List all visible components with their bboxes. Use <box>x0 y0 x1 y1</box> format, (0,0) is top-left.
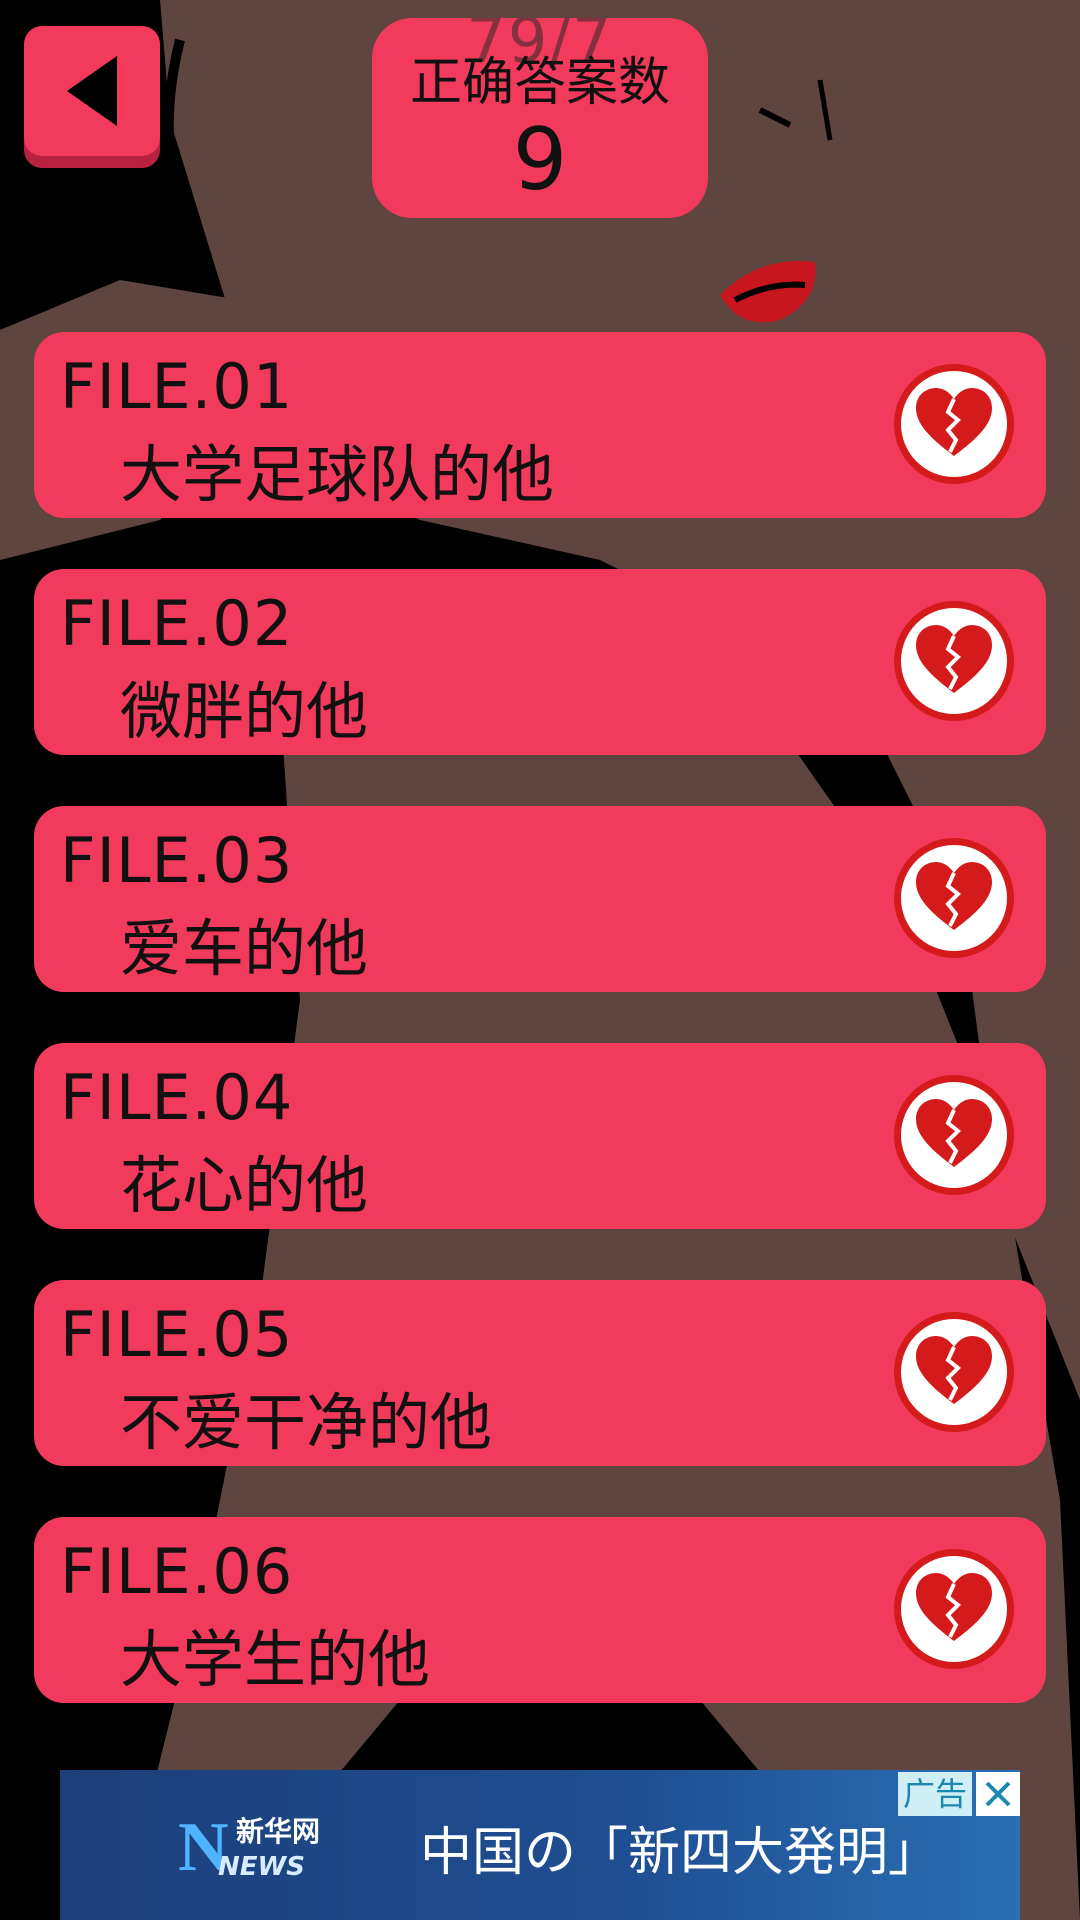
file-card-04[interactable]: FILE.04 花心的他 <box>34 1043 1046 1229</box>
ad-tag: 广告 <box>898 1772 972 1816</box>
file-list: FILE.01 大学足球队的他 FILE.02 微胖的他 FILE.03 爱车的… <box>34 332 1046 1754</box>
back-button[interactable] <box>24 26 160 156</box>
back-triangle-icon <box>67 56 117 126</box>
file-card-01[interactable]: FILE.01 大学足球队的他 <box>34 332 1046 518</box>
file-id: FILE.05 <box>60 1298 294 1371</box>
score-panel: 79/7 正确答案数 9 <box>372 18 708 218</box>
broken-heart-icon <box>894 1075 1014 1195</box>
close-icon <box>985 1781 1011 1807</box>
file-title: 大学生的他 <box>120 1623 431 1696</box>
file-card-03[interactable]: FILE.03 爱车的他 <box>34 806 1046 992</box>
broken-heart-icon <box>894 1312 1014 1432</box>
score-label: 正确答案数 <box>409 53 670 113</box>
ad-banner[interactable]: N 新华网 NEWS 中国の「新四大発明」 广告 <box>60 1770 1020 1920</box>
file-card-05[interactable]: FILE.05 不爱干净的他 <box>34 1280 1046 1466</box>
file-title: 不爱干净的他 <box>120 1386 493 1459</box>
ad-text: 中国の「新四大発明」 <box>420 1823 941 1883</box>
file-title: 花心的他 <box>120 1149 369 1222</box>
file-id: FILE.01 <box>60 350 294 423</box>
file-id: FILE.04 <box>60 1061 294 1134</box>
broken-heart-icon <box>894 601 1014 721</box>
broken-heart-icon <box>894 364 1014 484</box>
ad-logo: N 新华网 NEWS <box>178 1808 338 1886</box>
file-card-02[interactable]: FILE.02 微胖的他 <box>34 569 1046 755</box>
score-value: 9 <box>512 110 568 210</box>
broken-heart-icon <box>894 838 1014 958</box>
ad-logo-news: NEWS <box>218 1852 305 1882</box>
ad-close-button[interactable] <box>976 1772 1020 1816</box>
file-id: FILE.02 <box>60 587 294 660</box>
file-title: 爱车的他 <box>120 912 369 985</box>
file-id: FILE.06 <box>60 1535 294 1608</box>
file-title: 大学足球队的他 <box>120 438 555 511</box>
file-card-06[interactable]: FILE.06 大学生的他 <box>34 1517 1046 1703</box>
file-title: 微胖的他 <box>120 675 369 748</box>
file-id: FILE.03 <box>60 824 294 897</box>
broken-heart-icon <box>894 1549 1014 1669</box>
ad-logo-text: 新华网 <box>236 1815 321 1848</box>
